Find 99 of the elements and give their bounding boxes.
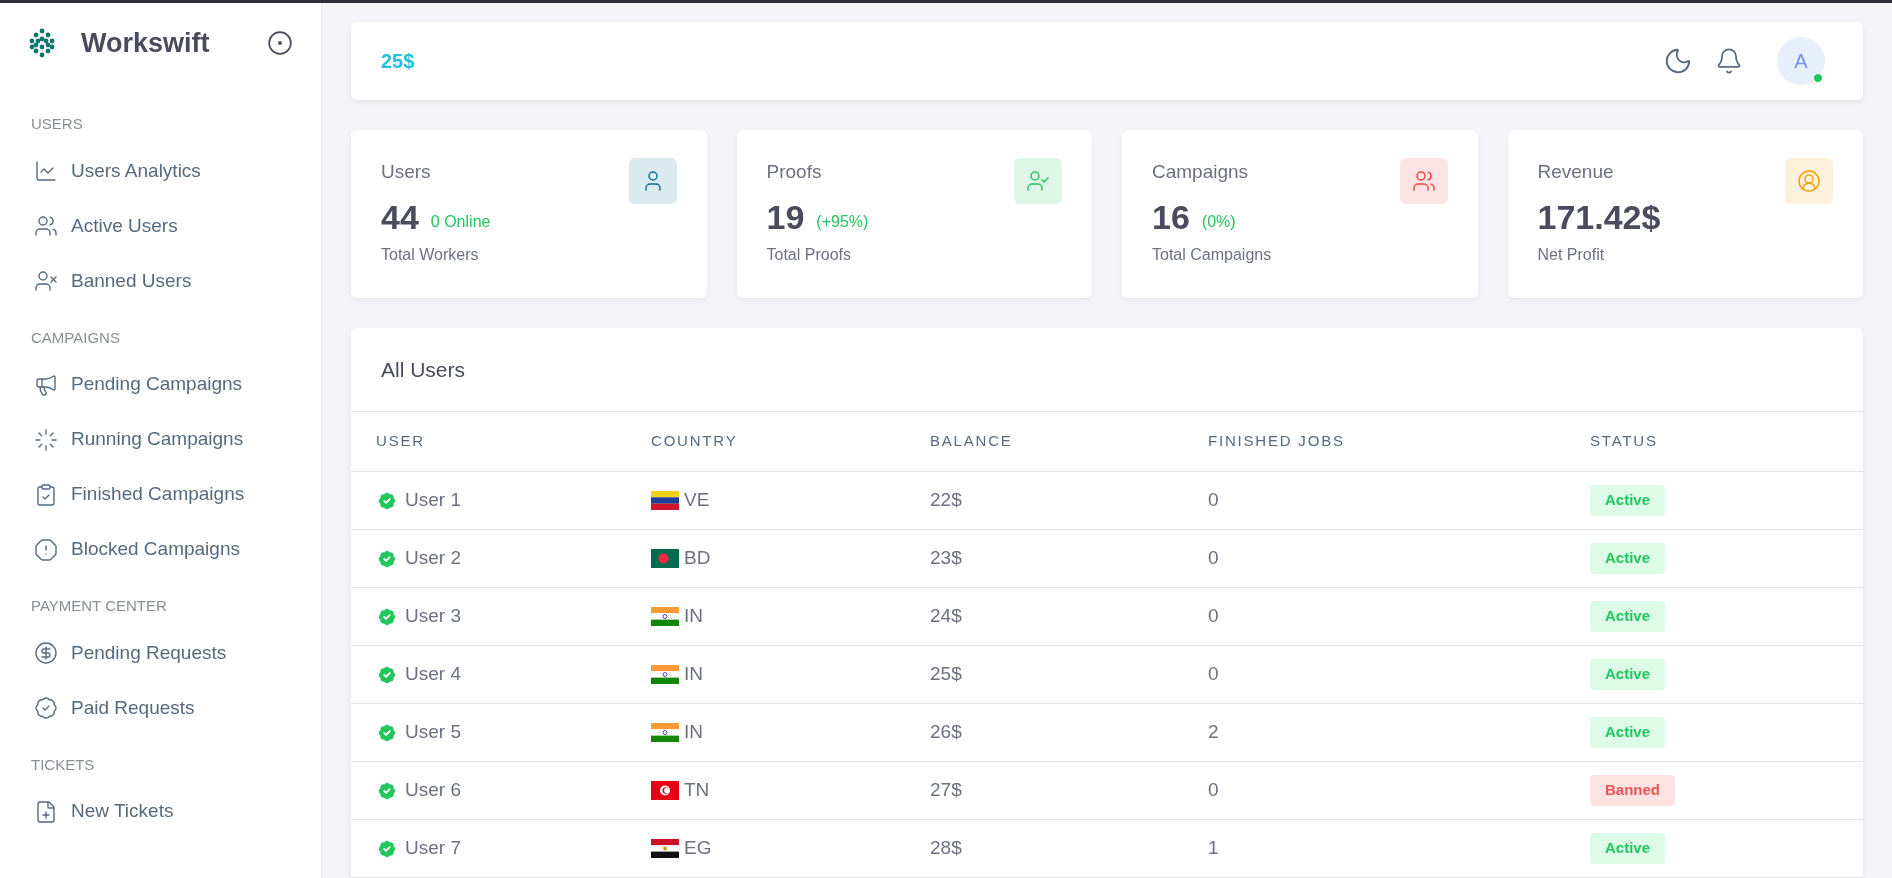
section-heading: CAMPAIGNS — [30, 327, 121, 348]
user-name: User 4 — [405, 662, 461, 687]
country-code: EG — [684, 836, 712, 861]
column-header: FINISHED JOBS — [1208, 411, 1590, 472]
user-name: User 6 — [405, 778, 461, 803]
verified-icon — [376, 779, 398, 802]
finished-jobs-cell: 2 — [1208, 721, 1219, 743]
stat-title: Proofs — [766, 160, 823, 184]
theme-toggle-button[interactable] — [1663, 46, 1693, 76]
section-heading: TICKETS — [30, 754, 96, 775]
column-header: BALANCE — [930, 411, 1208, 472]
notifications-button[interactable] — [1715, 47, 1743, 75]
balance-cell: 25$ — [930, 663, 962, 685]
finished-jobs-cell: 0 — [1208, 663, 1219, 685]
column-header: STATUS — [1590, 411, 1863, 472]
user-name: User 3 — [405, 604, 461, 629]
stat-value: 44 — [381, 196, 419, 237]
user-name: User 1 — [405, 488, 461, 513]
stat-caption: Net Profit — [1537, 244, 1606, 265]
stat-value: 19 — [766, 196, 805, 237]
verified-icon — [376, 837, 398, 860]
stat-caption: Total Campaigns — [1152, 244, 1273, 265]
status-badge: Active — [1590, 833, 1666, 864]
status-badge: Banned — [1590, 775, 1675, 806]
user-name: User 7 — [405, 836, 461, 861]
megaphone-icon — [34, 372, 58, 397]
stat-caption: Total Workers — [381, 244, 480, 265]
balance-cell: 28$ — [930, 837, 962, 859]
stat-change: 0 Online — [430, 211, 491, 232]
stat-title: Revenue — [1537, 160, 1615, 184]
country-code: IN — [684, 604, 703, 629]
user-name: User 5 — [405, 720, 461, 745]
brand-name: Workswift — [81, 26, 210, 60]
loader-icon — [34, 427, 58, 452]
stat-title: Users — [381, 160, 432, 184]
status-badge: Active — [1590, 601, 1666, 632]
verified-icon — [376, 663, 398, 686]
section-heading: USERS — [30, 114, 84, 134]
section-heading: PAYMENT CENTER — [30, 596, 168, 616]
flag-icon — [651, 839, 679, 858]
nav-item[interactable]: Pending Requests — [0, 625, 321, 681]
finished-jobs-cell: 0 — [1208, 779, 1219, 801]
status-badge: Active — [1590, 485, 1666, 516]
verified-icon — [376, 605, 398, 628]
nav-item[interactable]: Blocked Campaigns — [0, 522, 321, 577]
dollar-icon — [34, 641, 58, 665]
balance-cell: 27$ — [930, 779, 962, 801]
nav-item[interactable]: Paid Requests — [0, 680, 321, 736]
flag-icon — [651, 549, 679, 568]
flag-icon — [651, 665, 679, 684]
finished-jobs-cell: 0 — [1208, 489, 1219, 511]
chart-icon — [34, 159, 58, 183]
column-header: COUNTRY — [651, 411, 930, 472]
country-code: IN — [684, 720, 703, 745]
country-code: TN — [684, 778, 710, 803]
nav-item[interactable]: Active Users — [0, 198, 321, 254]
flag-icon — [651, 723, 679, 742]
nav-item[interactable]: Pending Campaigns — [0, 357, 321, 412]
country-code: IN — [684, 662, 703, 687]
stat-title: Campaigns — [1152, 160, 1250, 184]
stat-value: 171.42$ — [1537, 196, 1661, 237]
status-badge: Active — [1590, 543, 1666, 574]
stat-caption: Total Proofs — [766, 244, 852, 265]
balance-cell: 23$ — [930, 547, 962, 569]
flag-icon — [651, 781, 679, 800]
nav-item[interactable]: New Tickets — [0, 784, 321, 839]
flag-icon — [651, 491, 679, 510]
nav-item[interactable]: Running Campaigns — [0, 412, 321, 467]
verified-icon — [376, 489, 398, 512]
column-header: USER — [351, 411, 651, 472]
finished-jobs-cell: 0 — [1208, 605, 1219, 627]
collapse-sidebar-button[interactable] — [267, 30, 293, 56]
country-code: VE — [684, 488, 710, 513]
balance-cell: 26$ — [930, 721, 962, 743]
badge-check-icon — [34, 696, 58, 720]
clipboard-check-icon — [34, 482, 58, 507]
flag-icon — [651, 607, 679, 626]
nav-item[interactable]: Users Analytics — [0, 143, 321, 199]
nav-item[interactable]: Banned Users — [0, 253, 321, 309]
file-plus-icon — [34, 799, 58, 824]
finished-jobs-cell: 0 — [1208, 547, 1219, 569]
status-badge: Active — [1590, 659, 1666, 690]
nav-item[interactable]: Finished Campaigns — [0, 467, 321, 522]
stat-change: (0%) — [1201, 211, 1236, 232]
verified-icon — [376, 721, 398, 744]
alert-icon — [34, 537, 58, 562]
user-off-icon — [34, 269, 58, 293]
balance-cell: 24$ — [930, 605, 962, 627]
user-name: User 2 — [405, 546, 461, 571]
stat-change: (+95%) — [816, 211, 869, 232]
stat-value: 16 — [1152, 196, 1190, 237]
finished-jobs-cell: 1 — [1208, 837, 1219, 859]
balance-cell: 22$ — [930, 489, 962, 511]
status-badge: Active — [1590, 717, 1666, 748]
verified-icon — [376, 547, 398, 570]
users-icon — [34, 214, 58, 238]
balance: 25$ — [381, 49, 415, 74]
table-title: All Users — [381, 356, 465, 383]
country-code: BD — [684, 546, 711, 571]
